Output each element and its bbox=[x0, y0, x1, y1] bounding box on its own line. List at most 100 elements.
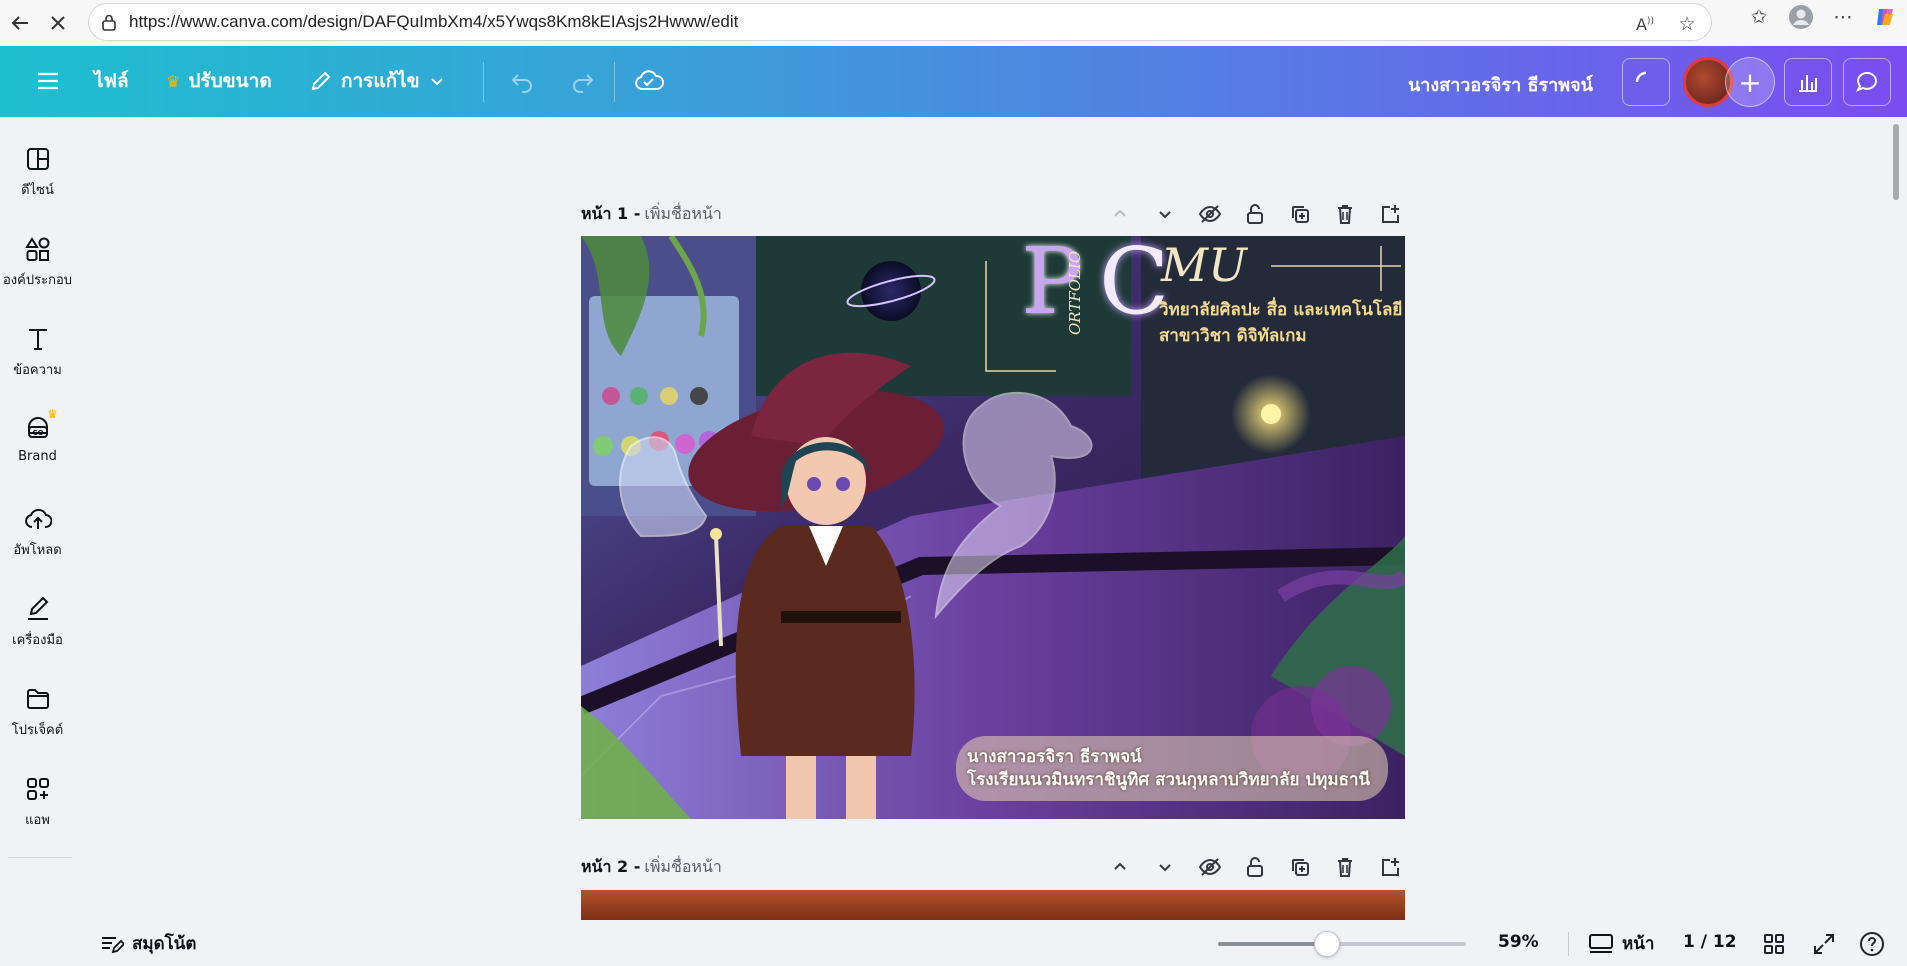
header-divider bbox=[483, 62, 484, 102]
hamburger-icon bbox=[38, 72, 58, 90]
apps-icon bbox=[26, 778, 49, 800]
pages-label: หน้า bbox=[1622, 934, 1655, 954]
read-aloud-icon[interactable]: A)) bbox=[1631, 10, 1659, 38]
sidebar-item-design[interactable]: ดีไซน์ bbox=[0, 145, 75, 200]
duplicate-page-icon[interactable] bbox=[1284, 199, 1315, 229]
sidebar-item-label: แอพ bbox=[25, 813, 50, 828]
left-sidebar: ดีไซน์ องค์ประกอบ ข้อความ ♛ CO Brand อัพ… bbox=[0, 117, 75, 857]
editing-mode-button[interactable]: การแก้ไข bbox=[295, 59, 460, 103]
page-count[interactable]: 1 / 12 bbox=[1683, 932, 1737, 952]
sidebar-item-label: ดีไซน์ bbox=[21, 183, 54, 198]
resize-label: ปรับขนาด bbox=[188, 70, 272, 92]
page-1-canvas[interactable]: P ORTFOLIO C MU วิทยาลัยศิลปะ สื่อ และเท… bbox=[581, 236, 1405, 819]
delete-page-icon[interactable] bbox=[1329, 199, 1360, 229]
more-options-icon[interactable]: ⋯ bbox=[1829, 3, 1857, 31]
editor-footer: สมุดโน้ต 59% หน้า 1 / 12 bbox=[0, 920, 1907, 966]
comments-button[interactable] bbox=[1843, 58, 1891, 106]
notes-label: สมุดโน้ต bbox=[132, 934, 197, 954]
sidebar-item-apps[interactable]: แอพ bbox=[0, 775, 75, 830]
redo-icon bbox=[573, 74, 594, 93]
move-page-up-icon[interactable] bbox=[1104, 199, 1135, 229]
lock-page-icon[interactable] bbox=[1239, 852, 1270, 882]
sidebar-item-uploads[interactable]: อัพโหลด bbox=[0, 505, 75, 560]
grid-view-icon[interactable] bbox=[1760, 930, 1788, 958]
save-status-button[interactable] bbox=[620, 59, 678, 103]
logo-mu-text: MU bbox=[1161, 238, 1247, 292]
add-page-icon[interactable] bbox=[1374, 199, 1405, 229]
crown-icon: ♛ bbox=[166, 71, 181, 91]
duplicate-page-icon[interactable] bbox=[1284, 852, 1315, 882]
file-menu-label: ไฟล์ bbox=[94, 70, 129, 92]
resize-button[interactable]: ♛ ปรับขนาด bbox=[152, 59, 286, 103]
page-number-label: หน้า 2 - bbox=[581, 856, 641, 876]
browser-toolbar: https://www.canva.com/design/DAFQuImbXm4… bbox=[0, 0, 1907, 46]
delete-page-icon[interactable] bbox=[1329, 852, 1360, 882]
bar-chart-icon bbox=[1799, 75, 1817, 92]
zoom-slider[interactable] bbox=[1218, 931, 1466, 957]
folder-icon bbox=[26, 689, 49, 709]
main-menu-button[interactable] bbox=[22, 59, 74, 103]
page-title-input[interactable]: เพิ่มชื่อหน้า bbox=[644, 202, 722, 227]
crown-icon: ♛ bbox=[47, 407, 58, 421]
notes-button[interactable]: สมุดโน้ต bbox=[100, 930, 196, 957]
sidebar-item-label: องค์ประกอบ bbox=[3, 273, 72, 288]
site-info-icon[interactable] bbox=[89, 13, 129, 31]
lock-page-icon[interactable] bbox=[1239, 199, 1270, 229]
design-title[interactable]: นางสาวอรจิรา ธีราพจน์ bbox=[1408, 70, 1593, 99]
zoom-value[interactable]: 59% bbox=[1498, 932, 1539, 952]
move-page-up-icon[interactable] bbox=[1104, 852, 1135, 882]
redo-button[interactable] bbox=[556, 59, 610, 103]
favorites-icon[interactable]: ✩ bbox=[1745, 3, 1773, 31]
school-text: โรงเรียนนวมินทราชินูทิศ สวนกุหลาบวิทยาลั… bbox=[967, 770, 1371, 790]
file-menu-button[interactable]: ไฟล์ bbox=[80, 59, 143, 103]
vertical-scrollbar[interactable] bbox=[1893, 124, 1899, 200]
sidebar-item-label: โปรเจ็คต์ bbox=[11, 723, 64, 738]
loading-button[interactable] bbox=[1622, 58, 1670, 106]
undo-icon bbox=[511, 74, 532, 93]
url-text: https://www.canva.com/design/DAFQuImbXm4… bbox=[129, 12, 739, 31]
page-2-canvas[interactable] bbox=[581, 890, 1405, 920]
major-text: สาขาวิชา ดิจิทัลเกม bbox=[1159, 326, 1307, 346]
plus-icon: + bbox=[1738, 65, 1762, 99]
pencil-icon bbox=[311, 71, 331, 91]
sidebar-item-label: ข้อความ bbox=[13, 363, 62, 378]
copilot-icon[interactable] bbox=[1871, 3, 1899, 31]
favorite-star-icon[interactable]: ☆ bbox=[1673, 10, 1701, 38]
insights-button[interactable] bbox=[1784, 58, 1832, 106]
back-icon[interactable] bbox=[0, 3, 40, 43]
sidebar-item-label: Brand bbox=[18, 449, 57, 464]
fullscreen-icon[interactable] bbox=[1810, 930, 1838, 958]
move-page-down-icon[interactable] bbox=[1149, 852, 1180, 882]
profile-icon[interactable] bbox=[1787, 3, 1815, 31]
page-1-header: หน้า 1 - เพิ่มชื่อหน้า bbox=[581, 199, 1405, 229]
page-title-input[interactable]: เพิ่มชื่อหน้า bbox=[644, 855, 722, 880]
stop-loading-icon[interactable] bbox=[38, 3, 78, 43]
pages-view-button[interactable]: หน้า bbox=[1588, 930, 1654, 957]
page-number-label: หน้า 1 - bbox=[581, 203, 641, 223]
footer-divider bbox=[1568, 932, 1569, 956]
faculty-text: วิทยาลัยศิลปะ สื่อ และเทคโนโลยี bbox=[1159, 300, 1403, 320]
sidebar-divider bbox=[8, 857, 72, 858]
sidebar-item-tools[interactable]: เครื่องมือ bbox=[0, 595, 75, 650]
sidebar-item-elements[interactable]: องค์ประกอบ bbox=[0, 235, 75, 290]
loading-spinner-icon bbox=[1635, 71, 1647, 83]
sidebar-item-projects[interactable]: โปรเจ็คต์ bbox=[0, 685, 75, 740]
pages-icon bbox=[1589, 933, 1613, 953]
hide-page-icon[interactable] bbox=[1194, 852, 1225, 882]
header-divider bbox=[614, 62, 615, 102]
editor-header: ไฟล์ ♛ ปรับขนาด การแก้ไข นางสาวอรจิรา ธี… bbox=[0, 46, 1907, 117]
zoom-slider-thumb[interactable] bbox=[1314, 931, 1341, 957]
hide-page-icon[interactable] bbox=[1194, 199, 1225, 229]
sidebar-item-brand[interactable]: ♛ CO Brand bbox=[0, 407, 75, 464]
shapes-icon bbox=[24, 237, 49, 261]
add-page-icon[interactable] bbox=[1374, 852, 1405, 882]
undo-button[interactable] bbox=[495, 59, 549, 103]
text-icon bbox=[28, 329, 47, 350]
sidebar-item-text[interactable]: ข้อความ bbox=[0, 325, 75, 380]
help-icon[interactable] bbox=[1858, 930, 1886, 958]
logo-portfolio-text: ORTFOLIO bbox=[1066, 250, 1084, 335]
invite-collaborator-button[interactable]: + bbox=[1725, 57, 1775, 107]
cloud-upload-icon bbox=[24, 508, 52, 529]
address-bar[interactable]: https://www.canva.com/design/DAFQuImbXm4… bbox=[88, 3, 1712, 41]
move-page-down-icon[interactable] bbox=[1149, 199, 1180, 229]
